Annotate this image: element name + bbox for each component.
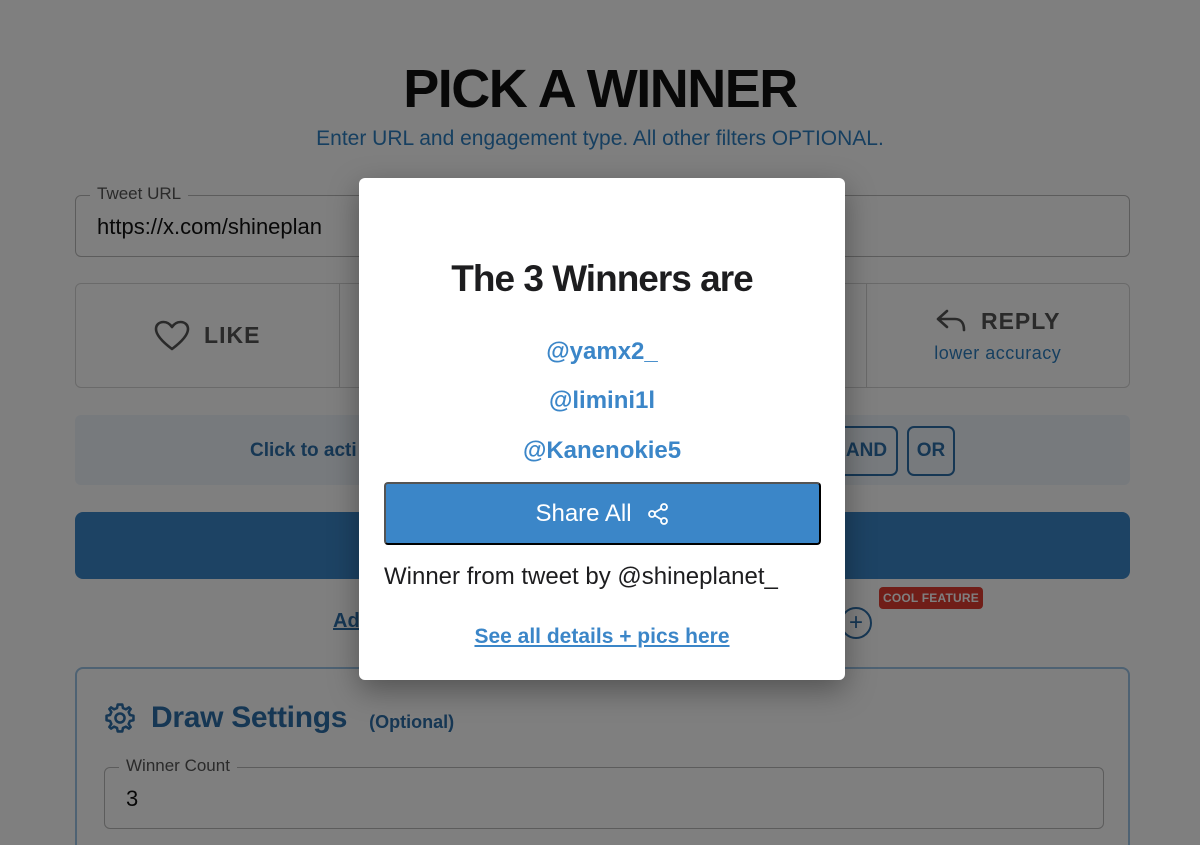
winner-handle[interactable]: @limini1l [359, 387, 845, 415]
share-icon [647, 502, 668, 525]
see-details-link[interactable]: See all details + pics here [359, 625, 845, 649]
winners-modal: The 3 Winners are @yamx2_ @limini1l @Kan… [359, 178, 845, 680]
share-all-label: Share All [535, 499, 632, 527]
share-all-button[interactable]: Share All [384, 482, 821, 545]
winner-source-note: Winner from tweet by @shineplanet_ [384, 563, 778, 590]
winner-handle[interactable]: @Kanenokie5 [359, 437, 845, 465]
winner-handle[interactable]: @yamx2_ [359, 338, 845, 366]
winners-title: The 3 Winners are [451, 258, 753, 299]
